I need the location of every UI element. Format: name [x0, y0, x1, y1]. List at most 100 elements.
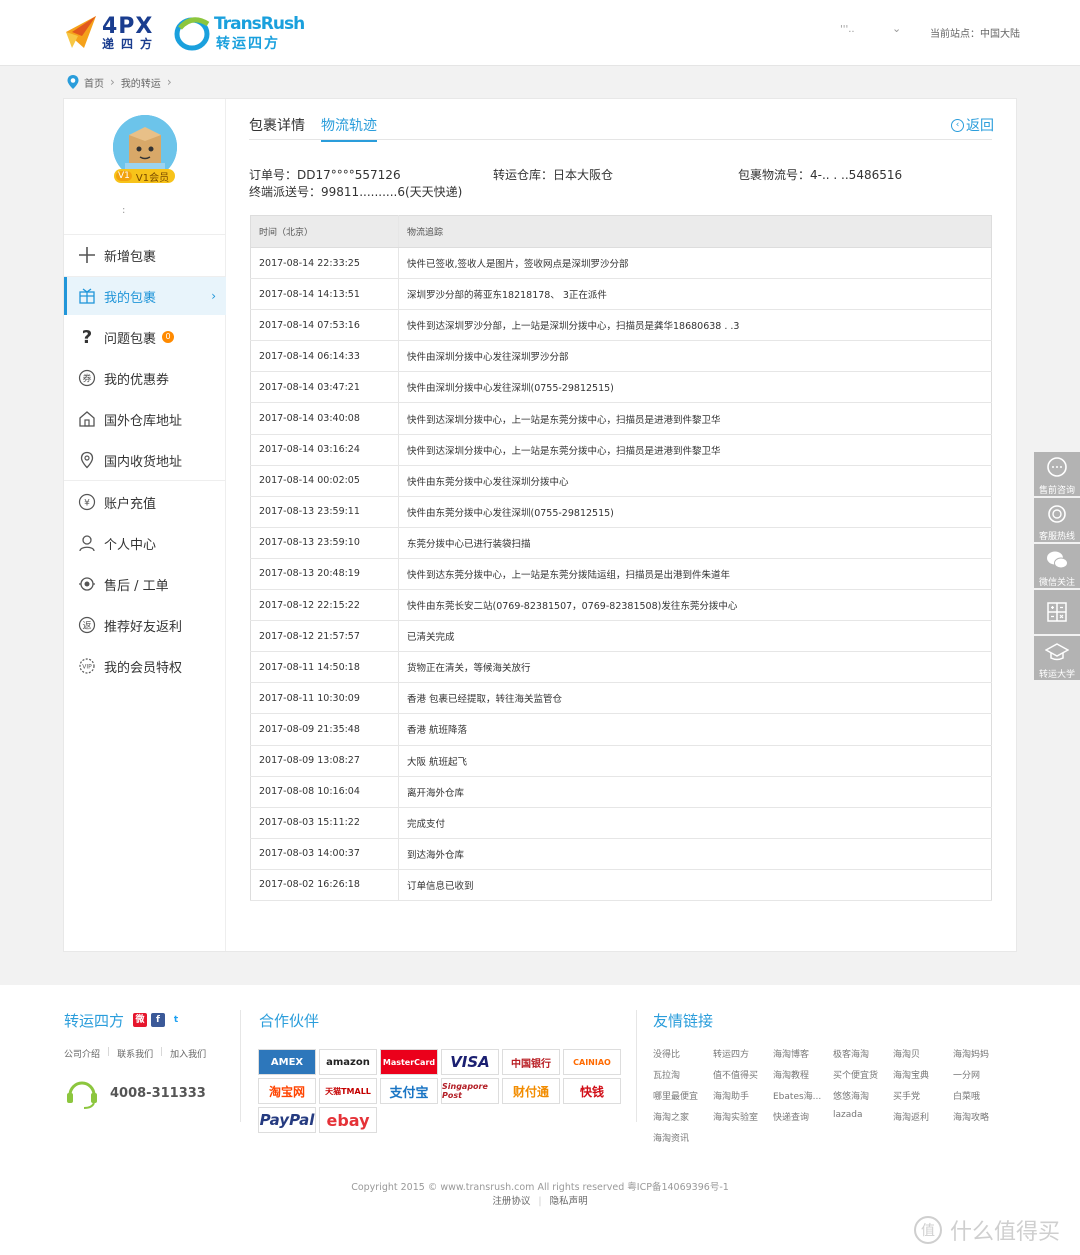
friend-link[interactable]: 海淘助手: [713, 1089, 773, 1102]
cell-tracking-event: 快件到达深圳分拨中心，上一站是东莞分拨中心，扫描员是进港到件黎卫华: [398, 402, 992, 435]
partner-logo-tenpay[interactable]: 财付通: [502, 1078, 560, 1104]
site-selector[interactable]: 当前站点：中国大陆: [930, 25, 1020, 40]
partner-logo-singapore-post[interactable]: Singapore Post: [441, 1078, 499, 1104]
friend-link[interactable]: Ebates海...: [773, 1089, 833, 1102]
column-header-time: 时间（北京）: [250, 215, 399, 248]
friend-link[interactable]: 买个便宜货: [833, 1068, 893, 1081]
friend-link[interactable]: 海淘贝: [893, 1047, 953, 1060]
tab-package-details[interactable]: 包裹详情: [249, 115, 305, 142]
chevron-down-icon[interactable]: ⌄: [892, 22, 901, 35]
sidebar-item-domestic-address[interactable]: 国内收货地址: [64, 441, 226, 479]
friend-link[interactable]: 海淘返利: [893, 1110, 953, 1123]
sidebar-item-referral[interactable]: 返 推荐好友返利: [64, 606, 226, 644]
partner-logo-99bill[interactable]: 快钱: [563, 1078, 621, 1104]
main-card: V1 V1会员 : 新增包裹 我的包裹 › ? 问题包裹 0 券 我的优惠券 国…: [63, 98, 1017, 952]
location-pin-icon: [67, 75, 79, 89]
partner-logo-taobao[interactable]: 淘宝网: [258, 1078, 316, 1104]
footer-link-join[interactable]: 加入我们: [170, 1047, 206, 1060]
friend-link[interactable]: 海淘教程: [773, 1068, 833, 1081]
hotline-button[interactable]: 客服热线: [1034, 498, 1080, 542]
cell-tracking-event: 深圳罗沙分部的蒋亚东18218178、 3正在派件: [398, 278, 992, 311]
presale-chat-button[interactable]: 售前咨询: [1034, 452, 1080, 496]
friend-link[interactable]: 没得比: [653, 1047, 713, 1060]
partner-logo-ebay[interactable]: ebay: [319, 1107, 377, 1133]
cell-tracking-event: 东莞分拨中心已进行装袋扫描: [398, 527, 992, 559]
partner-logo-bank-of-china[interactable]: 中国银行: [502, 1049, 560, 1075]
partner-logo-tmall[interactable]: 天猫TMALL: [319, 1078, 377, 1104]
plus-icon: [77, 245, 97, 265]
footer-brand-title: 转运四方: [64, 1012, 125, 1030]
friend-link[interactable]: 瓦拉淘: [653, 1068, 713, 1081]
friend-link[interactable]: 哪里最便宜: [653, 1089, 713, 1102]
sidebar-item-my-packages[interactable]: 我的包裹 ›: [64, 277, 226, 315]
sidebar-item-overseas-warehouse[interactable]: 国外仓库地址: [64, 400, 226, 438]
table-row: 2017-08-14 07:53:16 快件到达深圳罗沙分部，上一站是深圳分拨中心…: [250, 309, 992, 342]
friend-link[interactable]: 海淘宝典: [893, 1068, 953, 1081]
cell-time: 2017-08-09 21:35:48: [250, 713, 399, 746]
cell-time: 2017-08-08 10:16:04: [250, 776, 399, 808]
sidebar-item-label: 国内收货地址: [104, 454, 183, 470]
calculator-button[interactable]: [1034, 590, 1080, 634]
breadcrumb-home[interactable]: 首页: [84, 75, 104, 90]
back-arrow-icon: ‹: [951, 118, 964, 132]
transrush-university-button[interactable]: 转运大学: [1034, 636, 1080, 680]
friend-link[interactable]: 海淘攻略: [953, 1110, 1013, 1123]
partner-logo-amazon[interactable]: amazon: [319, 1049, 377, 1075]
cell-time: 2017-08-13 20:48:19: [250, 558, 399, 591]
partner-logo-alipay[interactable]: 支付宝: [380, 1078, 438, 1104]
tab-logistics-tracking[interactable]: 物流轨迹: [321, 115, 377, 142]
sidebar-item-coupons[interactable]: 券 我的优惠券: [64, 359, 226, 397]
friend-link[interactable]: 海淘实验室: [713, 1110, 773, 1123]
sidebar-item-after-sales[interactable]: 售后 / 工单: [64, 565, 226, 603]
footer-link-privacy[interactable]: 隐私声明: [550, 1196, 588, 1207]
social-links: 微 f t: [133, 1013, 183, 1027]
table-row: 2017-08-14 22:33:25 快件已签收,签收人是图片，签收网点是深圳罗…: [250, 247, 992, 280]
cell-time: 2017-08-03 14:00:37: [250, 838, 399, 870]
sidebar-item-add-package[interactable]: 新增包裹: [64, 236, 226, 274]
partner-logo-amex[interactable]: AMEX: [258, 1049, 316, 1075]
transrush-logo-mark-icon: [174, 17, 210, 51]
partner-logo-mastercard[interactable]: MasterCard: [380, 1049, 438, 1075]
sidebar-item-vip-privileges[interactable]: VIP 我的会员特权: [64, 647, 226, 685]
sidebar-item-personal-center[interactable]: 个人中心: [64, 524, 226, 562]
vip-badge: V1 V1会员: [114, 169, 176, 184]
wechat-follow-button[interactable]: 微信关注: [1034, 544, 1080, 588]
friend-link[interactable]: 白菜哦: [953, 1089, 1013, 1102]
header-username[interactable]: '''..: [840, 24, 855, 35]
weibo-icon[interactable]: 微: [133, 1013, 147, 1027]
friend-link[interactable]: 海淘之家: [653, 1110, 713, 1123]
friend-link[interactable]: 买手党: [893, 1089, 953, 1102]
twitter-icon[interactable]: t: [169, 1013, 183, 1027]
breadcrumb-current[interactable]: 我的转运: [121, 75, 161, 90]
footer-link-terms[interactable]: 注册协议: [492, 1196, 530, 1207]
friend-link[interactable]: 值不值得买: [713, 1068, 773, 1081]
sidebar-item-label: 个人中心: [104, 537, 157, 553]
friend-link[interactable]: 快递查询: [773, 1110, 833, 1123]
footer-link-contact[interactable]: 联系我们: [117, 1047, 153, 1060]
svg-text:¥: ¥: [84, 499, 90, 509]
cell-time: 2017-08-03 15:11:22: [250, 807, 399, 839]
partner-logo-visa[interactable]: VISA: [441, 1049, 499, 1075]
friend-link[interactable]: 转运四方: [713, 1047, 773, 1060]
sidebar-item-problem-packages[interactable]: ? 问题包裹 0: [64, 318, 226, 356]
friend-link[interactable]: 海淘博客: [773, 1047, 833, 1060]
sidebar-item-label: 我的优惠券: [104, 372, 170, 388]
partner-logo-paypal[interactable]: PayPal: [258, 1107, 316, 1133]
back-button[interactable]: ‹ 返回: [951, 115, 994, 135]
transrush-logo[interactable]: TransRush 转运四方: [174, 12, 305, 54]
partner-logo-cainiao[interactable]: CAINIAO: [563, 1049, 621, 1075]
friend-link[interactable]: 极客海淘: [833, 1047, 893, 1060]
table-row: 2017-08-09 21:35:48 香港 航班降落: [250, 713, 992, 746]
4px-logo[interactable]: 4PX 递四方: [64, 14, 164, 52]
sidebar-item-recharge[interactable]: ¥ 账户充值: [64, 483, 226, 521]
copyright: Copyright 2015 © www.transrush.com All r…: [351, 1182, 729, 1193]
footer-link-about[interactable]: 公司介绍: [64, 1047, 100, 1060]
friend-links-title: 友情链接: [653, 1012, 714, 1030]
friend-link[interactable]: 一分网: [953, 1068, 1013, 1081]
facebook-icon[interactable]: f: [151, 1013, 165, 1027]
friend-link[interactable]: 海淘资讯: [653, 1131, 713, 1144]
friend-link[interactable]: lazada: [833, 1110, 893, 1123]
sidebar-username: :: [122, 205, 126, 216]
friend-link[interactable]: 海淘妈妈: [953, 1047, 1013, 1060]
friend-link[interactable]: 悠悠海淘: [833, 1089, 893, 1102]
